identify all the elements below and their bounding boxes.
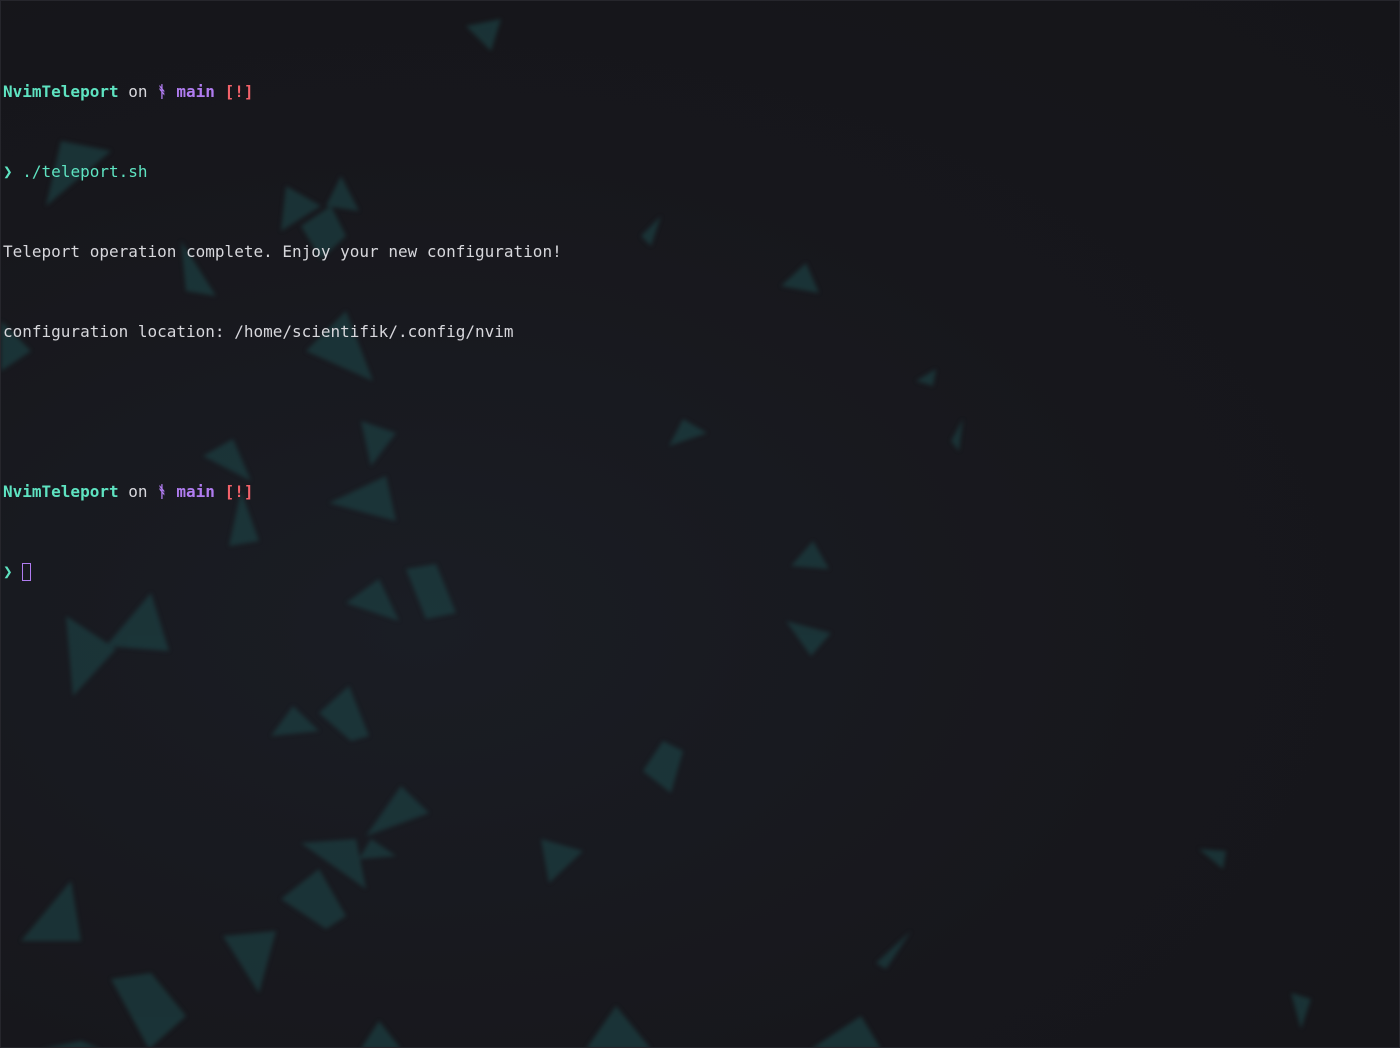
prompt-on-text: on xyxy=(128,482,148,501)
triangle-shape xyxy=(366,786,429,836)
triangle-shape xyxy=(359,839,396,859)
git-status-indicator: [!] xyxy=(224,482,254,501)
triangle-shape xyxy=(223,931,276,993)
triangle-shape xyxy=(814,1016,880,1047)
triangle-shape xyxy=(51,1041,96,1047)
input-line[interactable]: ❯ xyxy=(3,562,562,582)
git-branch-name: main xyxy=(176,482,215,501)
git-branch-icon: ᚬ xyxy=(157,82,167,101)
current-directory: NvimTeleport xyxy=(3,482,119,501)
terminal-window[interactable]: NvimTeleport on ᚬ main [!] ❯ ./teleport.… xyxy=(0,0,1400,1048)
triangle-shape xyxy=(643,741,683,793)
output-line: configuration location: /home/scientifik… xyxy=(3,322,514,341)
prompt-arrow-icon: ❯ xyxy=(3,562,13,581)
triangle-shape xyxy=(21,881,81,941)
text-cursor xyxy=(22,563,32,581)
prompt-line: NvimTeleport on ᚬ main [!] xyxy=(3,482,562,502)
triangle-shape xyxy=(541,839,583,883)
triangle-shape xyxy=(587,1006,650,1047)
triangle-shape xyxy=(281,869,346,929)
triangle-shape xyxy=(786,621,831,656)
command-line: ❯ ./teleport.sh xyxy=(3,162,562,182)
terminal-output: NvimTeleport on ᚬ main [!] ❯ ./teleport.… xyxy=(3,22,562,642)
current-directory: NvimTeleport xyxy=(3,82,119,101)
triangle-shape xyxy=(271,706,319,736)
triangle-shape xyxy=(362,1021,400,1047)
executed-command: ./teleport.sh xyxy=(22,162,148,181)
triangle-shape xyxy=(791,541,829,569)
triangle-shape xyxy=(951,419,963,451)
triangle-shape xyxy=(876,931,911,969)
triangle-shape xyxy=(319,686,369,741)
git-status-indicator: [!] xyxy=(224,82,254,101)
git-branch-name: main xyxy=(176,82,215,101)
git-branch-icon: ᚬ xyxy=(157,482,167,501)
prompt-arrow-icon: ❯ xyxy=(3,162,13,181)
output-line: Teleport operation complete. Enjoy your … xyxy=(3,242,562,261)
triangle-shape xyxy=(916,369,936,386)
triangle-shape xyxy=(669,419,707,446)
triangle-shape xyxy=(111,973,186,1047)
triangle-shape xyxy=(781,263,819,293)
triangle-shape xyxy=(1199,849,1226,869)
prompt-on-text: on xyxy=(128,82,148,101)
triangle-shape xyxy=(1291,993,1311,1029)
prompt-line: NvimTeleport on ᚬ main [!] xyxy=(3,82,562,102)
triangle-shape xyxy=(641,216,661,246)
